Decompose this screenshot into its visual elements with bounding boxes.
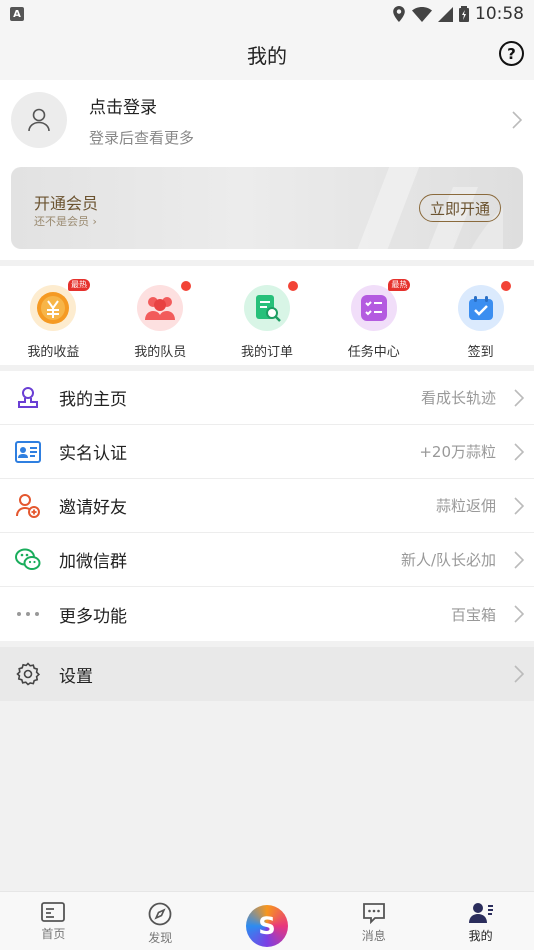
menu-item-value: 百宝箱 <box>450 605 496 624</box>
menu-item-label: 加微信群 <box>59 552 127 572</box>
notification-dot <box>501 281 512 291</box>
vip-title: 开通会员 <box>34 194 99 213</box>
user-outline-icon <box>28 108 50 132</box>
menu-item-label: 邀请好友 <box>59 498 127 518</box>
yuan-coin-icon <box>30 285 77 331</box>
menu-item-value: 新人/队长必加 <box>400 551 496 569</box>
notification-dot <box>287 281 298 291</box>
battery-icon <box>459 6 469 22</box>
vip-status-label: 还不是会员 <box>34 215 89 228</box>
id-card-icon <box>14 438 41 465</box>
page-title: 我的 <box>247 43 287 68</box>
quick-action-label: 我的收益 <box>27 345 80 360</box>
avatar[interactable] <box>11 92 67 148</box>
menu-item-settings[interactable]: 设置 <box>0 647 534 701</box>
chevron-right-icon <box>514 442 524 461</box>
gear-icon <box>14 661 41 688</box>
menu-item-value: 看成长轨迹 <box>420 389 496 407</box>
location-icon <box>393 6 405 22</box>
menu-item-more[interactable]: 更多功能 百宝箱 <box>0 587 534 641</box>
settings-label: 设置 <box>59 666 93 687</box>
calendar-check-icon <box>457 285 504 331</box>
quick-action-tasks[interactable]: 最热 任务中心 <box>320 266 427 365</box>
hot-badge: 最热 <box>68 279 90 291</box>
quick-actions: 最热 我的收益 我的队员 我的订单 最热 任务中心 签到 <box>0 266 534 365</box>
chevron-right-icon <box>514 388 524 407</box>
chevron-right-icon <box>514 496 524 515</box>
menu-item-invite[interactable]: 邀请好友 蒜粒返佣 <box>0 479 534 533</box>
quick-action-earnings[interactable]: 最热 我的收益 <box>0 266 107 365</box>
quick-action-orders[interactable]: 我的订单 <box>214 266 321 365</box>
status-bar: A 10:58 <box>0 0 534 28</box>
tab-label: 我的 <box>468 929 493 943</box>
order-search-icon <box>243 285 290 331</box>
vip-section: 开通会员 还不是会员 › 立即开通 <box>0 160 534 260</box>
more-dots-icon <box>14 601 41 628</box>
bottom-tab-bar: 首页 发现 S 消息 我的 <box>0 891 534 950</box>
home-news-icon <box>41 902 66 922</box>
vip-status[interactable]: 还不是会员 › <box>34 213 97 229</box>
vip-card[interactable]: 开通会员 还不是会员 › 立即开通 <box>11 167 523 249</box>
tab-profile[interactable]: 我的 <box>427 892 534 950</box>
open-vip-button[interactable]: 立即开通 <box>419 194 501 222</box>
notification-dot <box>180 281 191 291</box>
tab-label: 发现 <box>148 931 173 945</box>
menu-item-label: 更多功能 <box>59 606 127 627</box>
tab-label: 消息 <box>361 929 386 943</box>
task-list-icon <box>350 285 397 331</box>
app-logo-icon: S <box>245 905 288 947</box>
user-stamp-icon <box>14 384 41 411</box>
quick-action-label: 我的订单 <box>240 345 293 360</box>
login-sub-label: 登录后查看更多 <box>89 128 195 147</box>
hot-badge: 最热 <box>388 279 411 291</box>
menu-item-verification[interactable]: 实名认证 +20万蒜粒 <box>0 425 534 479</box>
menu-item-wechat-group[interactable]: 加微信群 新人/队长必加 <box>0 533 534 587</box>
help-icon[interactable]: ? <box>499 41 524 66</box>
chevron-right-icon <box>514 605 524 623</box>
quick-action-label: 任务中心 <box>347 345 400 360</box>
menu-item-value: 蒜粒返佣 <box>435 497 496 515</box>
menu-item-value: +20万蒜粒 <box>419 443 496 461</box>
chevron-right-icon <box>514 665 524 683</box>
menu-item-label: 我的主页 <box>59 390 127 410</box>
signal-icon <box>438 6 453 22</box>
quick-action-label: 我的队员 <box>134 345 187 360</box>
login-row[interactable]: 点击登录 登录后查看更多 <box>0 80 534 160</box>
chevron-right-icon: › <box>92 215 97 228</box>
quick-action-team[interactable]: 我的队员 <box>107 266 214 365</box>
notification-icon: A <box>10 7 24 21</box>
clock: 10:58 <box>475 4 524 24</box>
tab-label: 首页 <box>41 927 66 941</box>
wifi-icon <box>412 6 432 22</box>
compass-icon <box>148 902 172 926</box>
tab-discover[interactable]: 发现 <box>107 892 214 950</box>
tab-messages[interactable]: 消息 <box>320 892 427 950</box>
invite-user-icon <box>14 492 41 519</box>
login-label[interactable]: 点击登录 <box>89 93 194 118</box>
quick-action-checkin[interactable]: 签到 <box>427 266 534 365</box>
message-icon <box>362 903 385 924</box>
tab-center-app[interactable]: S <box>214 892 321 950</box>
chevron-right-icon <box>514 550 524 569</box>
quick-action-label: 签到 <box>467 345 494 360</box>
team-icon <box>137 285 184 331</box>
tab-home[interactable]: 首页 <box>0 892 107 950</box>
chevron-right-icon <box>512 111 522 129</box>
title-bar: 我的 ? <box>0 28 534 80</box>
profile-icon <box>468 903 493 923</box>
menu-item-homepage[interactable]: 我的主页 看成长轨迹 <box>0 371 534 425</box>
menu-list: 我的主页 看成长轨迹 实名认证 +20万蒜粒 邀请好友 蒜粒返佣 加微信群 新人… <box>0 371 534 641</box>
menu-item-label: 实名认证 <box>59 444 127 464</box>
wechat-icon <box>14 546 41 573</box>
